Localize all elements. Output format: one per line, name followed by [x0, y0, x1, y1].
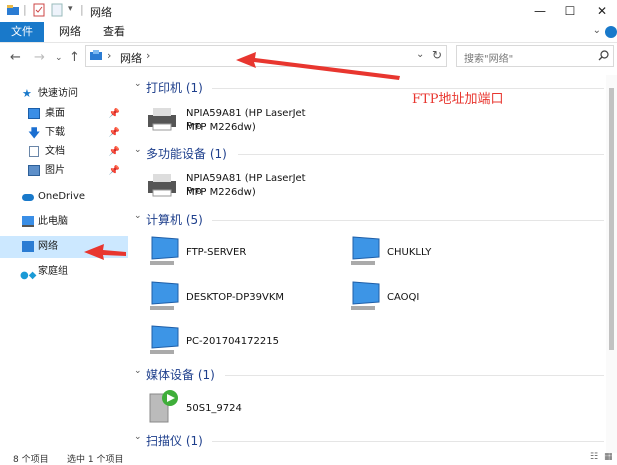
refresh-icon[interactable]: ↻ — [432, 48, 442, 62]
properties-icon[interactable] — [32, 3, 46, 17]
breadcrumb-network[interactable]: 网络 — [120, 50, 142, 66]
sidebar-item-label: OneDrive — [38, 191, 86, 202]
scrollbar-thumb[interactable] — [609, 88, 614, 350]
computer-name: CAOQI — [387, 292, 420, 303]
large-icons-view-icon[interactable]: ▦ — [604, 452, 613, 462]
sidebar-item-quick-access[interactable]: ★ 快速访问 — [0, 83, 128, 105]
close-button[interactable]: ✕ — [587, 2, 617, 20]
tab-file[interactable]: 文件 — [0, 22, 44, 42]
printer-icon — [148, 108, 176, 131]
pin-icon[interactable]: 📌 — [109, 160, 120, 182]
sidebar-item-label: 快速访问 — [38, 88, 78, 99]
sidebar-item-label: 网络 — [38, 241, 58, 252]
group-divider — [225, 375, 604, 376]
media-item[interactable]: 50S1_9724 — [146, 388, 316, 426]
computer-icon — [150, 325, 179, 354]
folder-network-icon — [7, 5, 19, 15]
download-icon: 🡇 — [28, 126, 41, 140]
desktop-icon — [28, 108, 40, 119]
up-arrow-icon[interactable]: ↑ — [69, 50, 80, 65]
window-title: 网络 — [90, 6, 112, 19]
computer-icon — [351, 236, 380, 265]
item-count: 8 个项目 — [13, 455, 49, 465]
status-bar: 8 个项目 选中 1 个项目 ☷ ▦ — [0, 452, 617, 465]
collapse-chevron-icon[interactable]: ⌄ — [134, 432, 142, 442]
sidebar-item-homegroup[interactable]: ●◆ 家庭组 — [0, 261, 128, 283]
search-icon[interactable] — [598, 50, 609, 61]
multifunction-item[interactable]: NPIA59A81 (HP LaserJet Pro MFP M226dw) — [146, 170, 316, 200]
computer-icon — [22, 216, 34, 227]
sidebar-item-pictures[interactable]: 图片 📌 — [0, 160, 128, 182]
sidebar-item-label: 此电脑 — [38, 216, 68, 227]
navigation-pane: ★ 快速访问 桌面 📌 🡇 下载 📌 文档 📌 图片 📌 OneDrive 此电… — [0, 75, 130, 453]
group-header-media[interactable]: 媒体设备 (1) — [146, 366, 215, 384]
group-divider — [212, 441, 604, 442]
help-icon[interactable] — [605, 26, 617, 38]
sidebar-item-label: 家庭组 — [38, 266, 68, 277]
collapse-chevron-icon[interactable]: ⌄ — [134, 145, 142, 155]
search-input[interactable]: 搜索"网络" — [464, 50, 513, 65]
group-header-computers[interactable]: 计算机 (5) — [146, 211, 203, 229]
computer-name: CHUKLLY — [387, 247, 432, 258]
recent-dropdown-icon[interactable]: ⌄ — [55, 53, 63, 63]
sidebar-item-network[interactable]: 网络 — [0, 236, 128, 258]
sidebar-item-onedrive[interactable]: OneDrive — [0, 186, 128, 208]
computer-name: DESKTOP-DP39VKM — [186, 292, 285, 303]
maximize-button[interactable]: ☐ — [555, 2, 585, 20]
divider: | — [23, 3, 27, 16]
computer-icon — [150, 236, 179, 265]
network-location-icon — [90, 50, 102, 60]
collapse-chevron-icon[interactable]: ⌄ — [134, 211, 142, 221]
device-name-line2: MFP M226dw) — [186, 187, 256, 198]
address-dropdown-icon[interactable]: ⌄ — [416, 49, 424, 60]
quick-access-dropdown-icon[interactable]: ▾ — [68, 4, 73, 14]
selection-count: 选中 1 个项目 — [67, 455, 124, 465]
group-divider — [238, 154, 604, 155]
homegroup-icon: ●◆ — [20, 270, 37, 281]
collapse-chevron-icon[interactable]: ⌄ — [134, 366, 142, 376]
tab-view[interactable]: 查看 — [94, 22, 134, 42]
breadcrumb-separator[interactable]: › — [146, 49, 150, 62]
cloud-icon — [22, 194, 34, 201]
new-folder-icon[interactable] — [50, 3, 64, 17]
computer-name: FTP-SERVER — [186, 247, 247, 258]
group-header-scanners[interactable]: 扫描仪 (1) — [146, 432, 203, 450]
picture-icon — [28, 165, 40, 176]
media-device-name: 50S1_9724 — [186, 403, 242, 414]
printer-name-line2: MFP M226dw) — [186, 122, 256, 133]
group-header-multifunction[interactable]: 多功能设备 (1) — [146, 145, 227, 163]
breadcrumb-separator: › — [107, 49, 112, 62]
sidebar-item-label: 图片 — [45, 165, 65, 176]
group-divider — [212, 88, 604, 89]
title-bar: | ▾ | 网络 — ☐ ✕ — [0, 0, 617, 22]
computer-item-caoqi[interactable]: CAOQI — [347, 280, 537, 316]
computer-icon — [351, 281, 380, 310]
back-arrow-icon[interactable]: ← — [10, 50, 21, 65]
star-icon: ★ — [22, 87, 32, 100]
printer-icon — [148, 174, 176, 197]
details-view-icon[interactable]: ☷ — [590, 452, 598, 462]
collapse-chevron-icon[interactable]: ⌄ — [134, 79, 142, 89]
media-server-icon — [149, 390, 178, 423]
ribbon-expand-icon[interactable]: ⌄ — [593, 25, 601, 36]
computer-item-chuklly[interactable]: CHUKLLY — [347, 235, 537, 271]
sidebar-item-this-pc[interactable]: 此电脑 — [0, 211, 128, 233]
ribbon-tabs: 文件 网络 查看 ⌄ — [0, 22, 617, 43]
network-icon — [22, 241, 34, 252]
computer-name: PC-201704172215 — [186, 336, 279, 347]
tab-network[interactable]: 网络 — [50, 22, 90, 42]
minimize-button[interactable]: — — [525, 2, 555, 20]
printer-item[interactable]: NPIA59A81 (HP LaserJet Pro MFP M226dw) — [146, 105, 316, 135]
forward-arrow-icon[interactable]: → — [34, 50, 45, 65]
computer-icon — [150, 281, 179, 310]
group-header-printers[interactable]: 打印机 (1) — [146, 79, 203, 97]
annotation-text: FTP地址加端口 — [412, 92, 504, 107]
computer-item-desktop-dp39vkm[interactable]: DESKTOP-DP39VKM — [146, 280, 336, 316]
computer-item-ftp-server[interactable]: FTP-SERVER — [146, 235, 336, 271]
divider: | — [80, 3, 84, 16]
group-divider — [212, 220, 604, 221]
document-icon — [29, 146, 39, 157]
computer-item-pc-201704172215[interactable]: PC-201704172215 — [146, 324, 336, 360]
